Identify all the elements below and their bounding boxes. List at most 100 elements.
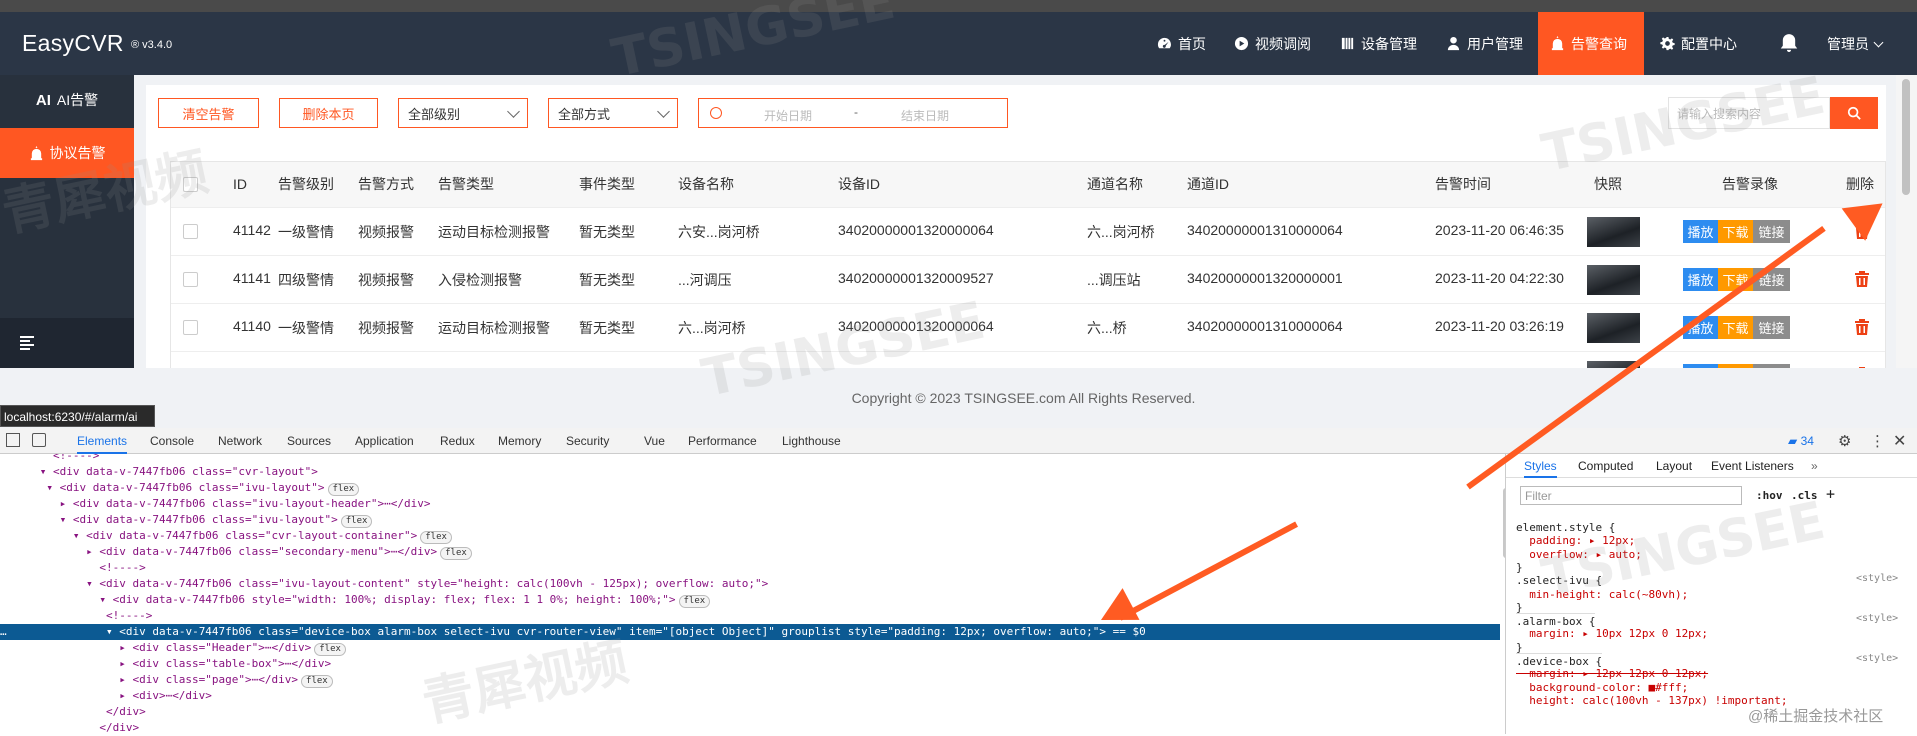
- styles-filter-input[interactable]: Filter: [1520, 486, 1742, 505]
- devtools-tab-elements[interactable]: Elements: [77, 428, 128, 454]
- scrollbar-thumb[interactable]: [1902, 79, 1910, 195]
- devtools-tab-sources[interactable]: Sources: [287, 428, 331, 454]
- row-checkbox[interactable]: [183, 320, 198, 335]
- snapshot-thumbnail[interactable]: [1587, 217, 1640, 247]
- tab-layout[interactable]: Layout: [1656, 459, 1692, 473]
- dom-line[interactable]: ▾ <div data-v-7447fb06 class="cvr-layout…: [0, 464, 1500, 480]
- more-options-icon[interactable]: ⋮: [1870, 432, 1885, 450]
- browser-top-strip: [0, 0, 1917, 12]
- select-all-checkbox[interactable]: [183, 177, 198, 192]
- search-input[interactable]: 请输入搜索内容: [1668, 97, 1830, 129]
- devtools-tab-performance[interactable]: Performance: [688, 428, 757, 454]
- level-select[interactable]: 全部级别: [398, 98, 528, 128]
- device-toolbar-icon[interactable]: [32, 433, 46, 447]
- sidebar-item-ai-alarm[interactable]: AI AI告警: [0, 75, 134, 125]
- nav-alarm[interactable]: 告警查询: [1538, 12, 1644, 75]
- dom-line[interactable]: ▸ <div>⋯</div>: [0, 688, 1500, 704]
- row-checkbox[interactable]: [183, 224, 198, 239]
- devtools-tab-network[interactable]: Network: [218, 428, 262, 454]
- sidebar-item-protocol-alarm[interactable]: 协议告警: [0, 128, 134, 178]
- style-declaration[interactable]: height: calc(100vh - 137px) !important;: [1516, 693, 1787, 708]
- dom-line[interactable]: </div>: [0, 720, 1500, 734]
- flex-badge[interactable]: flex: [327, 483, 360, 496]
- dom-line[interactable]: ▾ <div data-v-7447fb06 class="ivu-layout…: [0, 512, 1500, 528]
- dom-line[interactable]: ▾ <div data-v-7447fb06 style="width: 100…: [0, 592, 1500, 608]
- link-button[interactable]: 链接: [1753, 316, 1790, 339]
- dom-line-indent: ▸: [0, 689, 133, 702]
- nav-config[interactable]: 配置中心: [1648, 12, 1749, 75]
- sidebar-item-label: AI告警: [56, 92, 99, 108]
- download-button[interactable]: 下载: [1718, 220, 1753, 243]
- snapshot-thumbnail[interactable]: [1587, 265, 1640, 295]
- dom-line[interactable]: ▸ <div class="table-box">⋯</div>: [0, 656, 1500, 672]
- play-button[interactable]: 播放: [1683, 268, 1718, 291]
- devtools-tab-console[interactable]: Console: [150, 428, 194, 454]
- style-declaration[interactable]: overflow: ▸ auto;: [1516, 547, 1642, 562]
- dom-line[interactable]: ▸ <div class="page">⋯</div> flex: [0, 672, 1500, 688]
- devtools-tab-lighthouse[interactable]: Lighthouse: [782, 428, 841, 454]
- more-tabs-icon[interactable]: »: [1811, 459, 1818, 473]
- devtools-tab-security[interactable]: Security: [566, 428, 609, 454]
- flex-badge[interactable]: flex: [314, 643, 346, 656]
- row-checkbox[interactable]: [183, 272, 198, 287]
- notification-bell-icon[interactable]: [1778, 32, 1800, 57]
- delete-page-button[interactable]: 删除本页: [279, 98, 378, 128]
- alarm-icon: [1551, 36, 1564, 51]
- flex-badge[interactable]: flex: [678, 595, 711, 608]
- dom-line[interactable]: ▸ <div class="Header">⋯</div> flex: [0, 640, 1500, 656]
- devtools-tab-redux[interactable]: Redux: [440, 428, 475, 454]
- nav-video[interactable]: 视频调阅: [1222, 12, 1323, 75]
- style-source-link[interactable]: <style>: [1856, 573, 1898, 584]
- download-button[interactable]: 下载: [1718, 316, 1753, 339]
- tab-event-listeners[interactable]: Event Listeners: [1711, 459, 1794, 473]
- dom-line[interactable]: ▾ <div data-v-7447fb06 class="ivu-layout…: [0, 480, 1500, 496]
- cell-method: 视频报警: [358, 272, 414, 288]
- col-event: 事件类型: [579, 176, 635, 192]
- nav-device[interactable]: 设备管理: [1328, 12, 1429, 75]
- sidebar-collapse-button[interactable]: [0, 318, 134, 368]
- new-rule-icon[interactable]: +: [1826, 485, 1835, 503]
- nav-home[interactable]: 首页: [1145, 12, 1218, 75]
- flex-badge[interactable]: flex: [440, 547, 472, 560]
- dom-line[interactable]: ▸ <div data-v-7447fb06 class="secondary-…: [0, 544, 1500, 560]
- flex-badge[interactable]: flex: [340, 515, 373, 528]
- flex-badge[interactable]: flex: [301, 675, 333, 688]
- snapshot-thumbnail[interactable]: [1587, 313, 1640, 343]
- inspect-element-icon[interactable]: [6, 433, 20, 447]
- dom-line[interactable]: <!---->: [0, 454, 1500, 464]
- flex-badge[interactable]: flex: [420, 531, 452, 544]
- issues-badge[interactable]: ▰ 34: [1788, 434, 1814, 448]
- delete-trash-icon[interactable]: [1855, 271, 1869, 287]
- user-menu[interactable]: 管理员: [1827, 34, 1884, 54]
- close-icon[interactable]: ✕: [1893, 431, 1906, 451]
- date-range-picker[interactable]: 开始日期 - 结束日期: [698, 98, 1008, 128]
- page-scrollbar[interactable]: [1896, 75, 1917, 368]
- devtools-tab-memory[interactable]: Memory: [498, 428, 541, 454]
- selected-dom-node[interactable]: … ▾ <div data-v-7447fb06 class="device-b…: [0, 624, 1500, 640]
- clear-alarm-button[interactable]: 清空告警: [158, 98, 259, 128]
- start-date-input[interactable]: 开始日期: [764, 107, 812, 124]
- style-source-link[interactable]: <style>: [1856, 653, 1898, 664]
- dom-line[interactable]: ▾ <div data-v-7447fb06 class="ivu-layout…: [0, 576, 1500, 592]
- cls-toggle[interactable]: .cls: [1791, 489, 1818, 502]
- method-select[interactable]: 全部方式: [548, 98, 678, 128]
- style-declaration[interactable]: min-height: calc(~80vh);: [1516, 587, 1688, 602]
- devtools-tab-application[interactable]: Application: [355, 428, 414, 454]
- settings-gear-icon[interactable]: ⚙: [1838, 432, 1851, 450]
- dom-line[interactable]: <!---->: [0, 608, 1500, 624]
- style-declaration[interactable]: margin: ▸ 10px 12px 0 12px;: [1516, 626, 1708, 641]
- hov-toggle[interactable]: :hov: [1756, 489, 1783, 502]
- dom-line[interactable]: <!---->: [0, 560, 1500, 576]
- dom-line[interactable]: ▸ <div data-v-7447fb06 class="ivu-layout…: [0, 496, 1500, 512]
- style-source-link[interactable]: <style>: [1856, 613, 1898, 624]
- dom-line[interactable]: </div>: [0, 704, 1500, 720]
- nav-user[interactable]: 用户管理: [1434, 12, 1535, 75]
- search-button[interactable]: [1830, 97, 1878, 129]
- end-date-input[interactable]: 结束日期: [901, 107, 949, 124]
- tab-styles[interactable]: Styles: [1524, 459, 1557, 478]
- tab-computed[interactable]: Computed: [1578, 459, 1633, 473]
- delete-trash-icon[interactable]: [1855, 319, 1869, 335]
- link-button[interactable]: 链接: [1753, 220, 1790, 243]
- play-button[interactable]: 播放: [1683, 220, 1718, 243]
- devtools-tab-vue[interactable]: Vue: [644, 428, 665, 454]
